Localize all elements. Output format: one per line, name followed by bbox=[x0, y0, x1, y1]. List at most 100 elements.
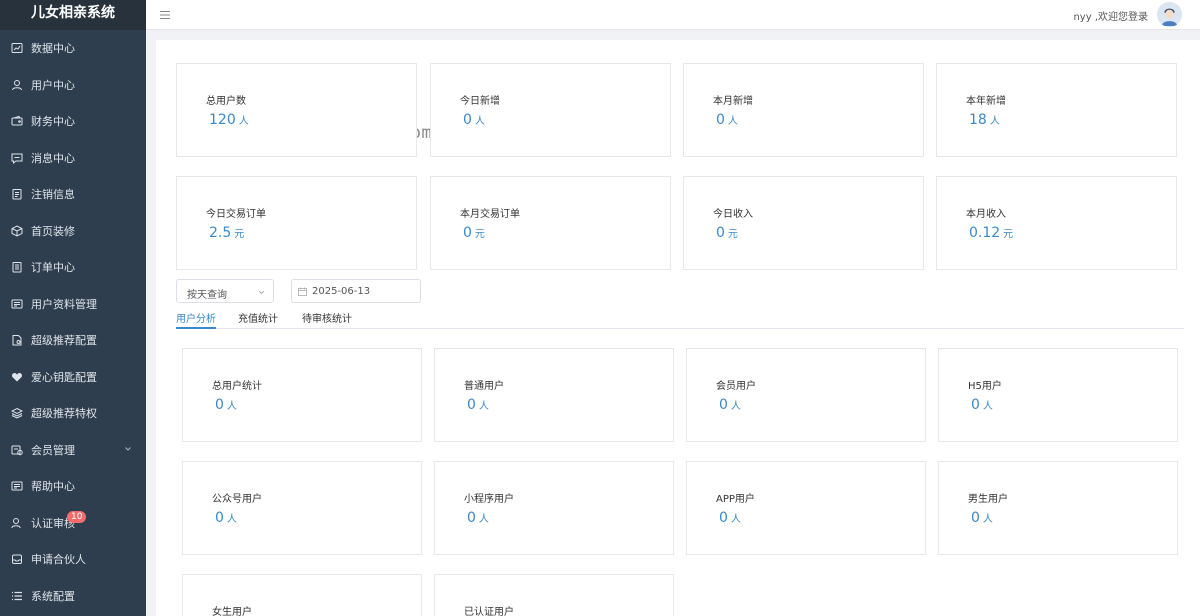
stat-unit: 元 bbox=[1003, 229, 1014, 240]
sidebar-item-label: 系统配置 bbox=[31, 589, 75, 603]
stat-value: 0 bbox=[467, 397, 476, 413]
sidebar-item-label: 帮助中心 bbox=[31, 480, 75, 494]
stat-unit: 人 bbox=[226, 514, 237, 525]
stat-card-income-today: 今日收入 0元 bbox=[683, 176, 924, 270]
welcome-text: nyy ,欢迎您登录 bbox=[1073, 12, 1148, 23]
stat-value: 0 bbox=[719, 397, 728, 413]
stat-label: H5用户 bbox=[968, 381, 1002, 392]
user-icon bbox=[11, 79, 23, 91]
sidebar-item-system-config[interactable]: 系统配置 bbox=[0, 578, 146, 615]
date-picker-input[interactable]: 2025-06-13 bbox=[291, 279, 421, 303]
config-doc-icon bbox=[11, 334, 23, 346]
dashboard-icon bbox=[11, 42, 23, 54]
sidebar-item-verification-review[interactable]: 认证审核 10 bbox=[0, 505, 146, 542]
stat-label: 本月交易订单 bbox=[460, 209, 520, 220]
sidebar-item-love-key-config[interactable]: 爱心钥匙配置 bbox=[0, 359, 146, 396]
stat-label: 总用户数 bbox=[206, 96, 246, 107]
stat-label: 公众号用户 bbox=[212, 494, 262, 505]
stat-value-wrap: 0人 bbox=[716, 112, 738, 128]
stat-card-mini-program-users: 小程序用户 0人 bbox=[434, 461, 674, 555]
stat-card-regular-users: 普通用户 0人 bbox=[434, 348, 674, 442]
sidebar-item-cancellation-info[interactable]: 注销信息 bbox=[0, 176, 146, 213]
stat-card-new-today: 今日新增 0人 bbox=[430, 63, 671, 157]
stat-unit: 人 bbox=[727, 116, 738, 127]
sidebar-item-label: 会员管理 bbox=[31, 443, 75, 457]
top-header: nyy ,欢迎您登录 bbox=[146, 0, 1200, 30]
sidebar-item-label: 爱心钥匙配置 bbox=[31, 370, 97, 384]
stat-value: 18 bbox=[969, 112, 987, 128]
stat-value: 0 bbox=[463, 112, 472, 128]
stat-value: 2.5 bbox=[209, 225, 232, 241]
avatar[interactable] bbox=[1157, 2, 1182, 27]
query-mode-select[interactable]: 按天查询 bbox=[176, 279, 274, 303]
stat-card-female-users: 女生用户 bbox=[182, 574, 422, 616]
user-check-icon bbox=[11, 517, 23, 529]
profile-card-icon bbox=[11, 298, 23, 310]
stat-unit: 人 bbox=[730, 401, 741, 412]
stat-value: 0 bbox=[215, 397, 224, 413]
stat-value: 120 bbox=[209, 112, 236, 128]
stat-value-wrap: 0人 bbox=[467, 397, 489, 413]
stat-card-total-user-stats: 总用户统计 0人 bbox=[182, 348, 422, 442]
stat-label: 总用户统计 bbox=[212, 381, 262, 392]
sidebar-item-data-center[interactable]: 数据中心 bbox=[0, 30, 146, 67]
tab-recharge-stats[interactable]: 充值统计 bbox=[238, 310, 278, 329]
stat-value-wrap: 0元 bbox=[716, 225, 738, 241]
sidebar-item-help-center[interactable]: 帮助中心 bbox=[0, 468, 146, 505]
stat-unit: 人 bbox=[474, 116, 485, 127]
sidebar-item-label: 用户中心 bbox=[31, 78, 75, 92]
sidebar-item-super-recommend-privilege[interactable]: 超级推荐特权 bbox=[0, 395, 146, 432]
stat-value-wrap: 120 人 bbox=[209, 112, 249, 128]
sidebar-item-label: 用户资料管理 bbox=[31, 297, 97, 311]
stat-value-wrap: 0人 bbox=[215, 397, 237, 413]
sidebar-item-user-profile-management[interactable]: 用户资料管理 bbox=[0, 286, 146, 323]
stat-value: 0 bbox=[716, 225, 725, 241]
stat-unit: 人 bbox=[478, 401, 489, 412]
stat-value: 0.12 bbox=[969, 225, 1001, 241]
stat-unit: 元 bbox=[234, 229, 245, 240]
stat-unit: 人 bbox=[982, 514, 993, 525]
stat-value: 0 bbox=[215, 510, 224, 526]
stat-label: 小程序用户 bbox=[464, 494, 514, 505]
sidebar-item-label: 注销信息 bbox=[31, 188, 75, 202]
stat-value: 0 bbox=[971, 397, 980, 413]
date-value: 2025-06-13 bbox=[312, 286, 371, 297]
stat-value: 0 bbox=[971, 510, 980, 526]
sidebar-item-message-center[interactable]: 消息中心 bbox=[0, 140, 146, 177]
stat-label: 男生用户 bbox=[968, 494, 1008, 505]
sidebar-item-label: 数据中心 bbox=[31, 42, 75, 56]
sidebar-item-label: 申请合伙人 bbox=[31, 553, 86, 567]
box-icon bbox=[11, 225, 23, 237]
stat-value: 0 bbox=[463, 225, 472, 241]
stat-value-wrap: 18 人 bbox=[969, 112, 1000, 128]
sidebar-item-order-center[interactable]: 订单中心 bbox=[0, 249, 146, 286]
stat-unit: 人 bbox=[226, 401, 237, 412]
stat-value-wrap: 0人 bbox=[467, 510, 489, 526]
sidebar-item-member-management[interactable]: 会员管理 bbox=[0, 432, 146, 469]
stat-label: 会员用户 bbox=[716, 381, 756, 392]
sidebar-item-super-recommend-config[interactable]: 超级推荐配置 bbox=[0, 322, 146, 359]
sidebar: 儿女相亲系统 数据中心 用户中心 财务中心 消息中心 注销信息 首页装修 订单中… bbox=[0, 0, 146, 616]
menu-toggle-icon[interactable] bbox=[159, 9, 171, 21]
tab-pending-review-stats[interactable]: 待审核统计 bbox=[302, 310, 352, 329]
stat-card-h5-users: H5用户 0人 bbox=[938, 348, 1178, 442]
sidebar-item-finance-center[interactable]: 财务中心 bbox=[0, 103, 146, 140]
stats-tabs: 用户分析 充值统计 待审核统计 bbox=[176, 309, 1184, 329]
stat-value: 0 bbox=[467, 510, 476, 526]
stat-value-wrap: 0人 bbox=[971, 397, 993, 413]
stat-label: 普通用户 bbox=[464, 381, 504, 392]
stat-label: 今日交易订单 bbox=[206, 209, 266, 220]
sidebar-item-home-decoration[interactable]: 首页装修 bbox=[0, 213, 146, 250]
stat-card-new-month: 本月新增 0人 bbox=[683, 63, 924, 157]
sidebar-item-user-center[interactable]: 用户中心 bbox=[0, 67, 146, 104]
tab-user-analysis[interactable]: 用户分析 bbox=[176, 310, 216, 329]
sidebar-item-apply-partner[interactable]: 申请合伙人 bbox=[0, 541, 146, 578]
stat-label: 今日收入 bbox=[713, 209, 753, 220]
calendar-icon bbox=[298, 287, 307, 296]
stat-value: 0 bbox=[719, 510, 728, 526]
clipboard-icon bbox=[11, 188, 23, 200]
sidebar-nav: 数据中心 用户中心 财务中心 消息中心 注销信息 首页装修 订单中心 用户资料管… bbox=[0, 30, 146, 614]
stat-card-member-users: 会员用户 0人 bbox=[686, 348, 926, 442]
stat-label: 本月收入 bbox=[966, 209, 1006, 220]
stat-label: APP用户 bbox=[716, 494, 755, 505]
